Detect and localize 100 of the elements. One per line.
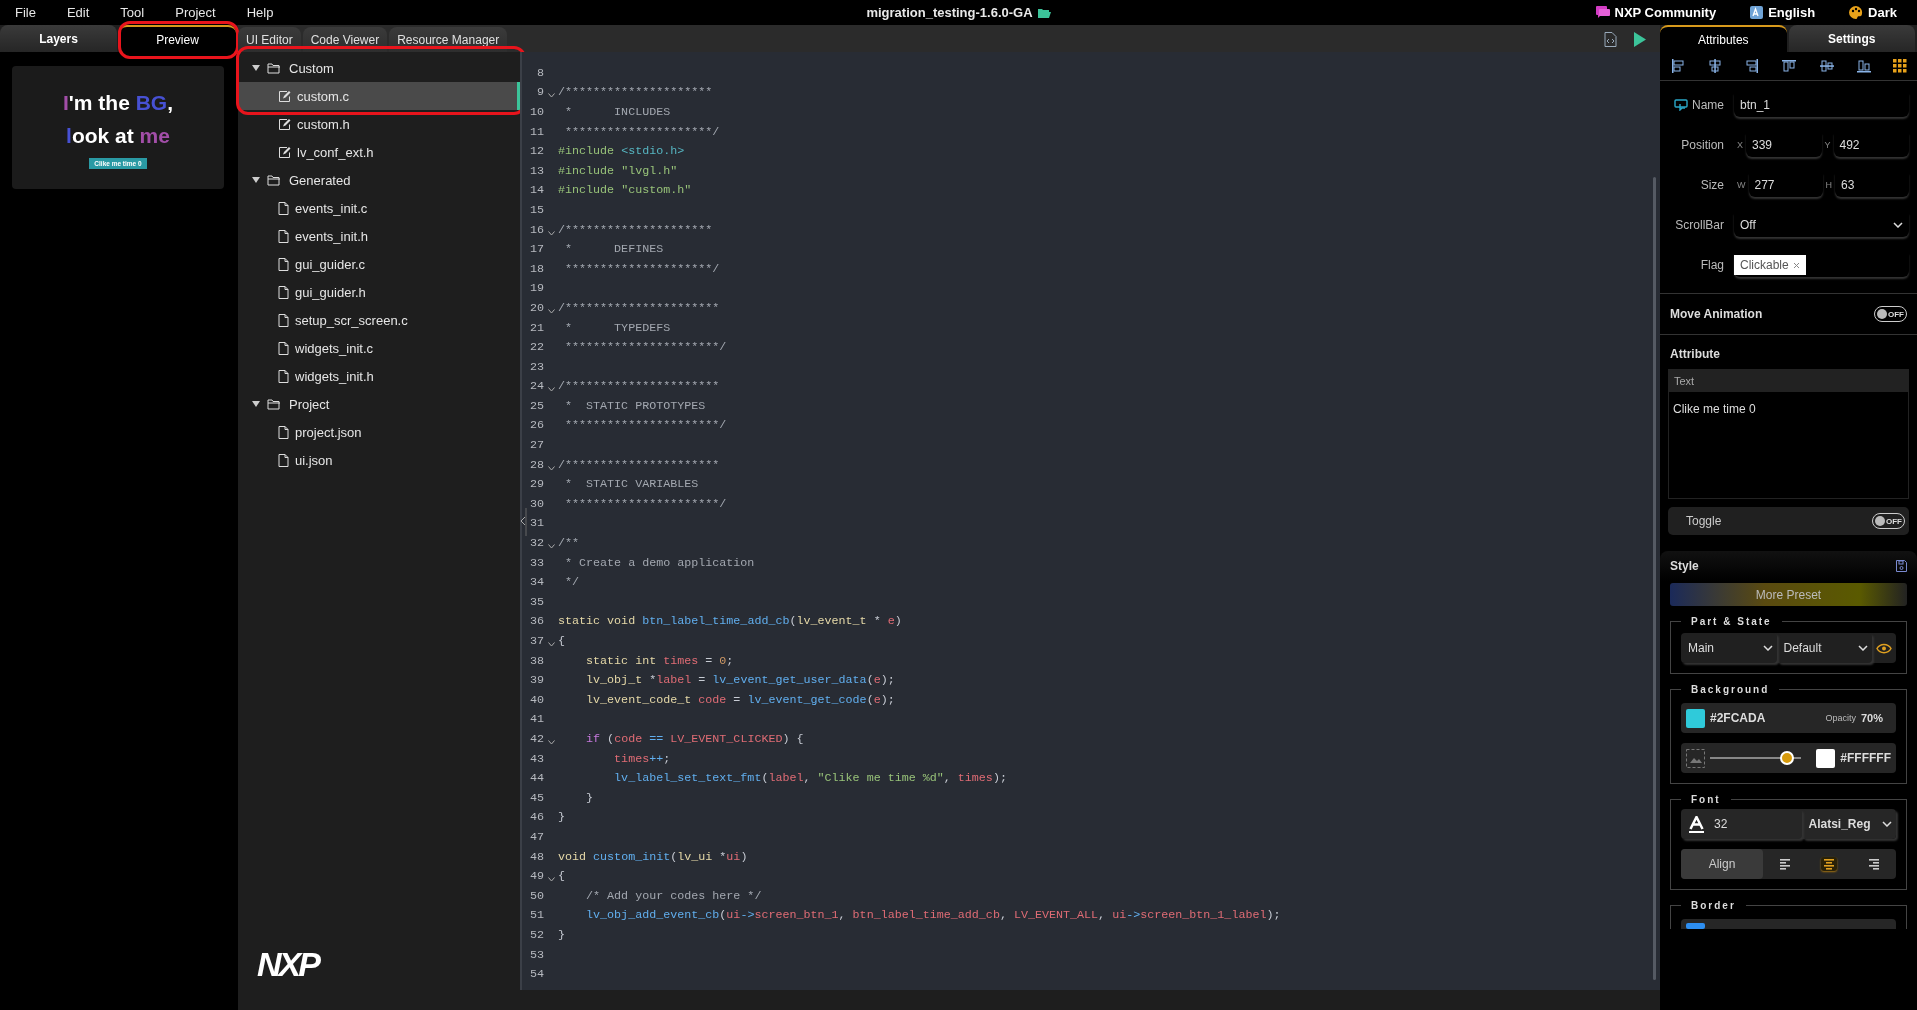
tree-item[interactable]: widgets_init.h	[238, 362, 520, 390]
fold-icon[interactable]	[547, 387, 555, 393]
line-number: 15	[528, 202, 544, 217]
fold-icon[interactable]	[547, 230, 555, 236]
tree-item[interactable]: Project	[238, 390, 520, 418]
code-line: lv_label_set_text_fmt(label, "Clike me time %d", times);	[613, 771, 1007, 786]
panel-tab[interactable]: Preview	[119, 25, 236, 52]
line-number: 47	[528, 829, 544, 844]
tree-item[interactable]: project.json	[238, 418, 520, 446]
line-number: 48	[528, 849, 544, 864]
preview-text: I'm the BG,	[63, 90, 173, 116]
folder-icon	[1037, 7, 1051, 18]
height-field[interactable]: 63	[1835, 173, 1909, 197]
code-line: #include <stdio.h>	[558, 144, 685, 159]
align-right-icon[interactable]	[1744, 58, 1761, 74]
slider-thumb[interactable]	[1779, 751, 1794, 765]
menu-item[interactable]: Project	[175, 5, 216, 20]
tree-item[interactable]: events_init.h	[238, 222, 520, 250]
grid-icon[interactable]	[1892, 59, 1907, 73]
line-number: 12	[528, 144, 544, 159]
scrollbar-dropdown[interactable]: Off	[1734, 213, 1909, 237]
color-swatch[interactable]	[1686, 923, 1705, 929]
editor-tab[interactable]: Resource Manager	[389, 27, 508, 52]
line-number: 33	[528, 555, 544, 570]
fold-icon[interactable]	[547, 465, 555, 471]
close-icon[interactable]	[1792, 261, 1800, 269]
y-field[interactable]: 492	[1833, 133, 1909, 157]
code-line: }	[558, 810, 565, 825]
file-icon	[278, 453, 289, 467]
collapse-icon[interactable]	[519, 507, 527, 537]
caret-icon[interactable]	[251, 400, 261, 408]
caret-icon[interactable]	[251, 176, 261, 184]
save-icon[interactable]	[1896, 560, 1907, 572]
header-link[interactable]: NXP Community	[1614, 5, 1717, 20]
flag-chip[interactable]: Clickable	[1734, 255, 1806, 275]
tree-item[interactable]: widgets_init.c	[238, 334, 520, 362]
tree-item[interactable]: Generated	[238, 166, 520, 194]
text-area[interactable]: Text Clike me time 0	[1668, 369, 1909, 499]
align-left-icon[interactable]	[1670, 58, 1686, 74]
preview-text: look at me	[66, 123, 170, 149]
menu-item[interactable]: Help	[246, 5, 274, 20]
fold-icon[interactable]	[547, 93, 555, 99]
panel-tab[interactable]: Attributes	[1660, 25, 1787, 52]
font-dropdown[interactable]: Alatsi_Reg	[1801, 809, 1896, 839]
scrollbar[interactable]	[1653, 177, 1656, 980]
axis-label: H	[1824, 180, 1833, 190]
width-field[interactable]: 277	[1748, 173, 1823, 197]
panel-tab[interactable]: Settings	[1788, 25, 1915, 52]
color-swatch[interactable]	[1816, 748, 1836, 768]
more-preset-button[interactable]: More Preset	[1670, 583, 1907, 606]
fold-icon[interactable]	[547, 740, 555, 745]
align-top-icon[interactable]	[1781, 58, 1798, 74]
editor-tab[interactable]: Code Viewer	[302, 27, 388, 52]
font-size-field[interactable]: 32	[1714, 817, 1728, 831]
tree-item[interactable]: gui_guider.c	[238, 250, 520, 278]
name-field[interactable]: btn_1	[1734, 93, 1909, 117]
opacity-value: 70%	[1860, 712, 1883, 724]
code-line: /**********************	[558, 300, 720, 315]
tree-item[interactable]: custom.h	[238, 110, 520, 138]
header-link[interactable]: Dark	[1868, 5, 1897, 20]
line-number: 19	[528, 281, 544, 296]
line-number: 53	[528, 947, 544, 962]
edit-icon	[278, 117, 291, 131]
tree-item[interactable]: setup_scr_screen.c	[238, 306, 520, 334]
x-field[interactable]: 339	[1746, 133, 1822, 157]
caret-icon[interactable]	[251, 64, 261, 72]
fold-icon[interactable]	[547, 642, 555, 647]
play-icon[interactable]	[1633, 32, 1646, 47]
part-dropdown[interactable]: Main	[1681, 633, 1777, 663]
header-link[interactable]: English	[1768, 5, 1816, 20]
eye-icon[interactable]	[1876, 642, 1892, 654]
line-number: 50	[528, 888, 544, 903]
font-color-icon[interactable]	[1689, 815, 1704, 833]
color-swatch[interactable]	[1686, 708, 1705, 728]
line-number: 36	[528, 614, 544, 629]
edit-icon	[278, 145, 291, 159]
fold-icon[interactable]	[547, 544, 555, 550]
editor-tab[interactable]: UI Editor	[238, 27, 301, 52]
align-bottom-icon[interactable]	[1855, 58, 1872, 74]
palette-icon	[1849, 6, 1864, 19]
state-dropdown[interactable]: Default	[1776, 633, 1872, 663]
align-center-icon[interactable]	[1707, 58, 1724, 74]
tree-item[interactable]: events_init.c	[238, 194, 520, 222]
code-file-icon[interactable]	[1604, 32, 1617, 47]
tree-item[interactable]: gui_guider.h	[238, 278, 520, 306]
line-number: 38	[528, 653, 544, 668]
align-middle-icon[interactable]	[1818, 58, 1835, 74]
code-line: * TYPEDEFS	[564, 320, 671, 335]
tree-item[interactable]: Custom	[238, 54, 520, 82]
tree-item[interactable]: custom.c	[238, 82, 520, 110]
menu-item[interactable]: Edit	[66, 5, 90, 20]
tree-item[interactable]: ui.json	[238, 446, 520, 474]
menu-item[interactable]: Tool	[120, 5, 145, 20]
image-icon[interactable]	[1686, 748, 1705, 768]
tree-item[interactable]: lv_conf_ext.h	[238, 138, 520, 166]
code-line: */	[564, 575, 580, 590]
panel-tab[interactable]: Layers	[0, 25, 117, 52]
menu-item[interactable]: File	[15, 5, 36, 20]
fold-icon[interactable]	[547, 877, 555, 883]
fold-icon[interactable]	[547, 308, 555, 314]
